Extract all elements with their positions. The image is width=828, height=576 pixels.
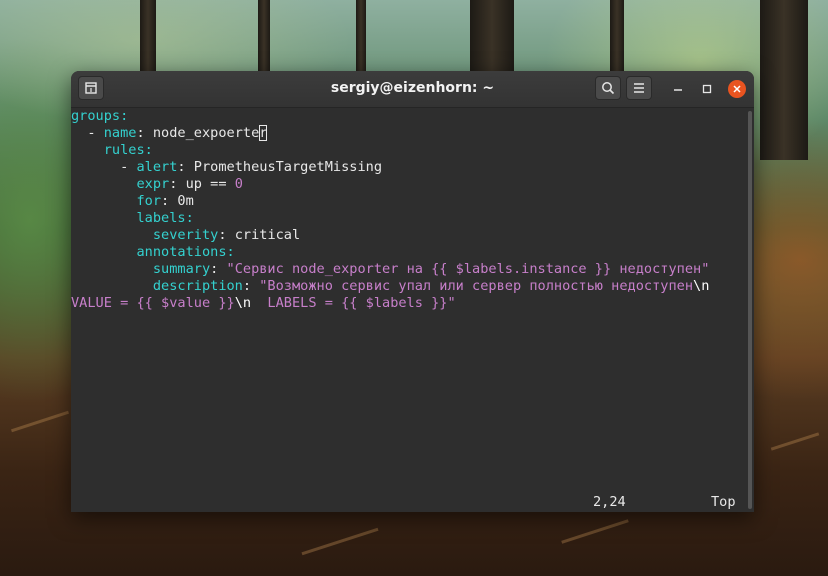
yaml-key: annotations xyxy=(136,244,227,260)
yaml-colon: : xyxy=(144,142,153,158)
yaml-colon: : xyxy=(120,108,129,124)
search-button[interactable] xyxy=(595,76,621,100)
indent: - xyxy=(71,159,137,175)
yaml-colon: : xyxy=(218,227,235,243)
editor-line: annotations: xyxy=(71,244,235,261)
tree-trunk xyxy=(760,0,808,160)
editor-line: - name: node_expoerter xyxy=(71,125,268,142)
yaml-key: name xyxy=(103,125,137,141)
editor-line: for: 0m xyxy=(71,193,194,210)
yaml-key: labels xyxy=(136,210,186,226)
yaml-string: VALUE = {{ $value }} xyxy=(71,295,235,311)
yaml-key: groups xyxy=(71,108,121,124)
yaml-key: summary xyxy=(152,261,211,277)
close-icon xyxy=(733,85,741,93)
yaml-number: 0 xyxy=(234,176,243,192)
yaml-string: LABELS = {{ $labels }}" xyxy=(251,295,456,311)
ground-streak xyxy=(561,519,629,544)
yaml-colon: : xyxy=(226,244,235,260)
yaml-colon: : xyxy=(169,176,186,192)
ground-streak xyxy=(301,527,379,556)
yaml-colon: : xyxy=(185,210,194,226)
yaml-key: severity xyxy=(152,227,219,243)
maximize-button[interactable] xyxy=(698,80,716,98)
yaml-value: critical xyxy=(234,227,301,243)
yaml-key: for xyxy=(136,193,162,209)
terminal-editor[interactable]: groups: - name: node_expoerter rules: - … xyxy=(71,108,754,512)
cursor-position: 2,24 xyxy=(593,494,626,510)
yaml-string: "Возможно сервис упал или сервер полност… xyxy=(259,278,694,294)
hamburger-menu-icon xyxy=(634,83,644,93)
editor-line: groups: xyxy=(71,108,128,125)
ground-streak xyxy=(770,432,820,451)
close-button[interactable] xyxy=(728,80,746,98)
editor-line: expr: up == 0 xyxy=(71,176,243,193)
minimize-button[interactable] xyxy=(669,80,687,98)
editor-line: rules: xyxy=(71,142,153,159)
yaml-key: rules xyxy=(103,142,145,158)
terminal-window: sergiy@eizenhorn: ~ groups: - name: node… xyxy=(71,71,754,512)
yaml-colon: : xyxy=(136,125,153,141)
editor-line: description: "Возможно сервис упал или с… xyxy=(71,278,710,295)
maximize-icon xyxy=(702,84,712,94)
minimize-icon xyxy=(674,89,682,91)
scroll-indicator: Top xyxy=(711,494,736,510)
yaml-key: expr xyxy=(136,176,170,192)
editor-line: summary: "Сервис node_exporter на {{ $la… xyxy=(71,261,710,278)
yaml-escape: \n xyxy=(693,278,710,294)
yaml-colon: : xyxy=(161,193,178,209)
editor-line: - alert: PrometheusTargetMissing xyxy=(71,159,382,176)
search-icon xyxy=(602,82,615,95)
text-cursor: r xyxy=(259,125,268,141)
menu-button[interactable] xyxy=(626,76,652,100)
scrollbar[interactable] xyxy=(748,111,752,509)
yaml-value: 0m xyxy=(177,193,194,209)
yaml-key: description xyxy=(152,278,243,294)
yaml-colon: : xyxy=(210,261,227,277)
yaml-colon: : xyxy=(242,278,260,294)
editor-line: severity: critical xyxy=(71,227,300,244)
yaml-escape: \n xyxy=(234,295,252,311)
yaml-value: up == xyxy=(185,176,235,192)
editor-line: VALUE = {{ $value }}\n LABELS = {{ $labe… xyxy=(71,295,456,312)
ground-streak xyxy=(11,410,69,433)
title-bar[interactable]: sergiy@eizenhorn: ~ xyxy=(71,71,754,108)
tree-trunk xyxy=(356,0,366,80)
yaml-string: "Сервис node_exporter на {{ $labels.inst… xyxy=(226,261,710,277)
editor-line: labels: xyxy=(71,210,194,227)
yaml-value: node_expoerte xyxy=(152,125,260,141)
yaml-value: PrometheusTargetMissing xyxy=(193,159,383,175)
yaml-colon: : xyxy=(177,159,194,175)
yaml-key: alert xyxy=(136,159,178,175)
indent: - xyxy=(71,125,104,141)
